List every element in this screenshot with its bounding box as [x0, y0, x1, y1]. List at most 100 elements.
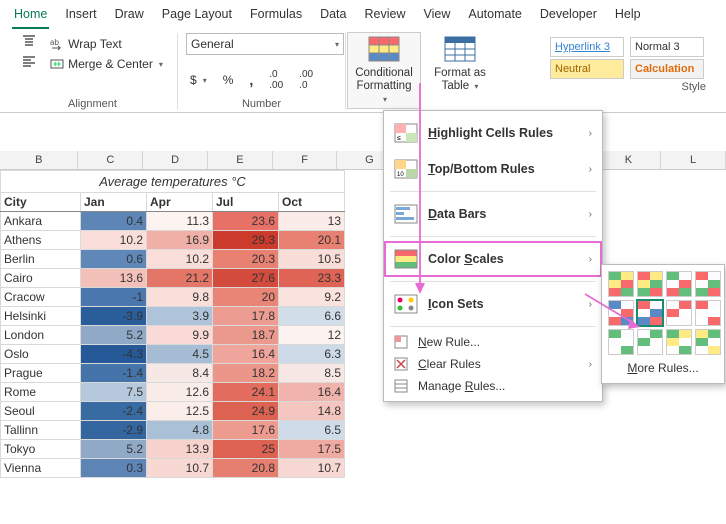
color-scale-option-5[interactable]: [637, 300, 663, 326]
city-cell[interactable]: Rome: [1, 383, 81, 402]
style-normal-3[interactable]: Normal 3: [630, 37, 704, 57]
table-header[interactable]: Apr: [147, 193, 213, 212]
table-header[interactable]: Jan: [81, 193, 147, 212]
data-cell[interactable]: 13.9: [147, 440, 213, 459]
data-cell[interactable]: 10.7: [147, 459, 213, 478]
tab-formulas[interactable]: Formulas: [248, 3, 304, 29]
data-cell[interactable]: 16.4: [213, 345, 279, 364]
data-cell[interactable]: 18.7: [213, 326, 279, 345]
column-header-C[interactable]: C: [78, 151, 143, 169]
city-cell[interactable]: Tokyo: [1, 440, 81, 459]
data-cell[interactable]: 20: [213, 288, 279, 307]
data-cell[interactable]: 13.6: [81, 269, 147, 288]
color-scale-option-9[interactable]: [637, 329, 663, 355]
data-cell[interactable]: 0.4: [81, 212, 147, 231]
comma-button[interactable]: ,: [245, 67, 257, 93]
city-cell[interactable]: Cracow: [1, 288, 81, 307]
data-cell[interactable]: 27.6: [213, 269, 279, 288]
tab-home[interactable]: Home: [12, 3, 49, 29]
data-cell[interactable]: 23.3: [279, 269, 345, 288]
data-cell[interactable]: -1.4: [81, 364, 147, 383]
data-cell[interactable]: 23.6: [213, 212, 279, 231]
tab-view[interactable]: View: [421, 3, 452, 29]
table-header[interactable]: Jul: [213, 193, 279, 212]
city-cell[interactable]: Vienna: [1, 459, 81, 478]
tab-automate[interactable]: Automate: [466, 3, 524, 29]
table-header[interactable]: Oct: [279, 193, 345, 212]
data-cell[interactable]: 21.2: [147, 269, 213, 288]
cf-icon-sets[interactable]: Icon Sets ›: [384, 286, 602, 322]
data-cell[interactable]: 7.5: [81, 383, 147, 402]
color-scale-option-10[interactable]: [666, 329, 692, 355]
data-cell[interactable]: 10.2: [81, 231, 147, 250]
data-cell[interactable]: 12.5: [147, 402, 213, 421]
data-cell[interactable]: 14.8: [279, 402, 345, 421]
data-cell[interactable]: 0.3: [81, 459, 147, 478]
style-hyperlink-3[interactable]: Hyperlink 3: [550, 37, 624, 57]
data-cell[interactable]: 25: [213, 440, 279, 459]
city-cell[interactable]: Cairo: [1, 269, 81, 288]
column-header-B[interactable]: B: [0, 151, 78, 169]
data-cell[interactable]: 16.9: [147, 231, 213, 250]
data-cell[interactable]: 4.5: [147, 345, 213, 364]
data-cell[interactable]: 24.1: [213, 383, 279, 402]
city-cell[interactable]: Athens: [1, 231, 81, 250]
tab-insert[interactable]: Insert: [63, 3, 98, 29]
column-header-L[interactable]: L: [661, 151, 726, 169]
data-cell[interactable]: 0.6: [81, 250, 147, 269]
column-header-K[interactable]: K: [596, 151, 661, 169]
color-scale-option-8[interactable]: [608, 329, 634, 355]
data-cell[interactable]: 8.4: [147, 364, 213, 383]
city-cell[interactable]: Seoul: [1, 402, 81, 421]
color-scale-option-7[interactable]: [695, 300, 721, 326]
data-cell[interactable]: 24.9: [213, 402, 279, 421]
format-as-table-button[interactable]: Format asTable ▾: [424, 33, 496, 95]
color-scale-option-11[interactable]: [695, 329, 721, 355]
cf-new-rule[interactable]: New Rule...: [384, 331, 602, 353]
data-cell[interactable]: 17.6: [213, 421, 279, 440]
data-cell[interactable]: 29.3: [213, 231, 279, 250]
wrap-text-button[interactable]: ab Wrap Text: [46, 35, 167, 53]
color-scale-option-1[interactable]: [637, 271, 663, 297]
color-scale-option-2[interactable]: [666, 271, 692, 297]
cf-manage-rules[interactable]: Manage Rules...: [384, 375, 602, 397]
data-cell[interactable]: 16.4: [279, 383, 345, 402]
cf-clear-rules[interactable]: Clear Rules ›: [384, 353, 602, 375]
cf-top-bottom-rules[interactable]: 10 Top/Bottom Rules ›: [384, 151, 602, 187]
city-cell[interactable]: Prague: [1, 364, 81, 383]
color-scales-more-rules[interactable]: More Rules...: [608, 355, 718, 377]
cf-highlight-cells-rules[interactable]: ≤ Highlight Cells Rules ›: [384, 115, 602, 151]
data-cell[interactable]: 20.1: [279, 231, 345, 250]
data-cell[interactable]: 20.8: [213, 459, 279, 478]
cf-data-bars[interactable]: Data Bars ›: [384, 196, 602, 232]
increase-decimal-button[interactable]: .0.00: [265, 67, 287, 93]
column-header-D[interactable]: D: [143, 151, 208, 169]
data-cell[interactable]: 9.9: [147, 326, 213, 345]
tab-page-layout[interactable]: Page Layout: [160, 3, 234, 29]
data-cell[interactable]: -4.3: [81, 345, 147, 364]
data-cell[interactable]: 13: [279, 212, 345, 231]
city-cell[interactable]: Ankara: [1, 212, 81, 231]
table-header[interactable]: City: [1, 193, 81, 212]
data-cell[interactable]: 5.2: [81, 440, 147, 459]
data-cell[interactable]: 11.3: [147, 212, 213, 231]
accounting-button[interactable]: $ ▾: [186, 67, 211, 93]
color-scale-option-4[interactable]: [608, 300, 634, 326]
city-cell[interactable]: Tallinn: [1, 421, 81, 440]
tab-help[interactable]: Help: [613, 3, 643, 29]
data-cell[interactable]: 3.9: [147, 307, 213, 326]
style-calculation[interactable]: Calculation: [630, 59, 704, 79]
data-cell[interactable]: 6.3: [279, 345, 345, 364]
cf-color-scales[interactable]: Color Scales ›: [384, 241, 602, 277]
column-header-E[interactable]: E: [208, 151, 273, 169]
data-cell[interactable]: -1: [81, 288, 147, 307]
conditional-formatting-button[interactable]: ConditionalFormatting ▾: [348, 33, 420, 108]
data-cell[interactable]: 8.5: [279, 364, 345, 383]
data-cell[interactable]: 17.8: [213, 307, 279, 326]
data-cell[interactable]: 10.5: [279, 250, 345, 269]
align-left-button[interactable]: [18, 53, 40, 71]
decrease-decimal-button[interactable]: .00.0: [295, 67, 317, 93]
color-scale-option-3[interactable]: [695, 271, 721, 297]
city-cell[interactable]: Berlin: [1, 250, 81, 269]
data-cell[interactable]: 5.2: [81, 326, 147, 345]
